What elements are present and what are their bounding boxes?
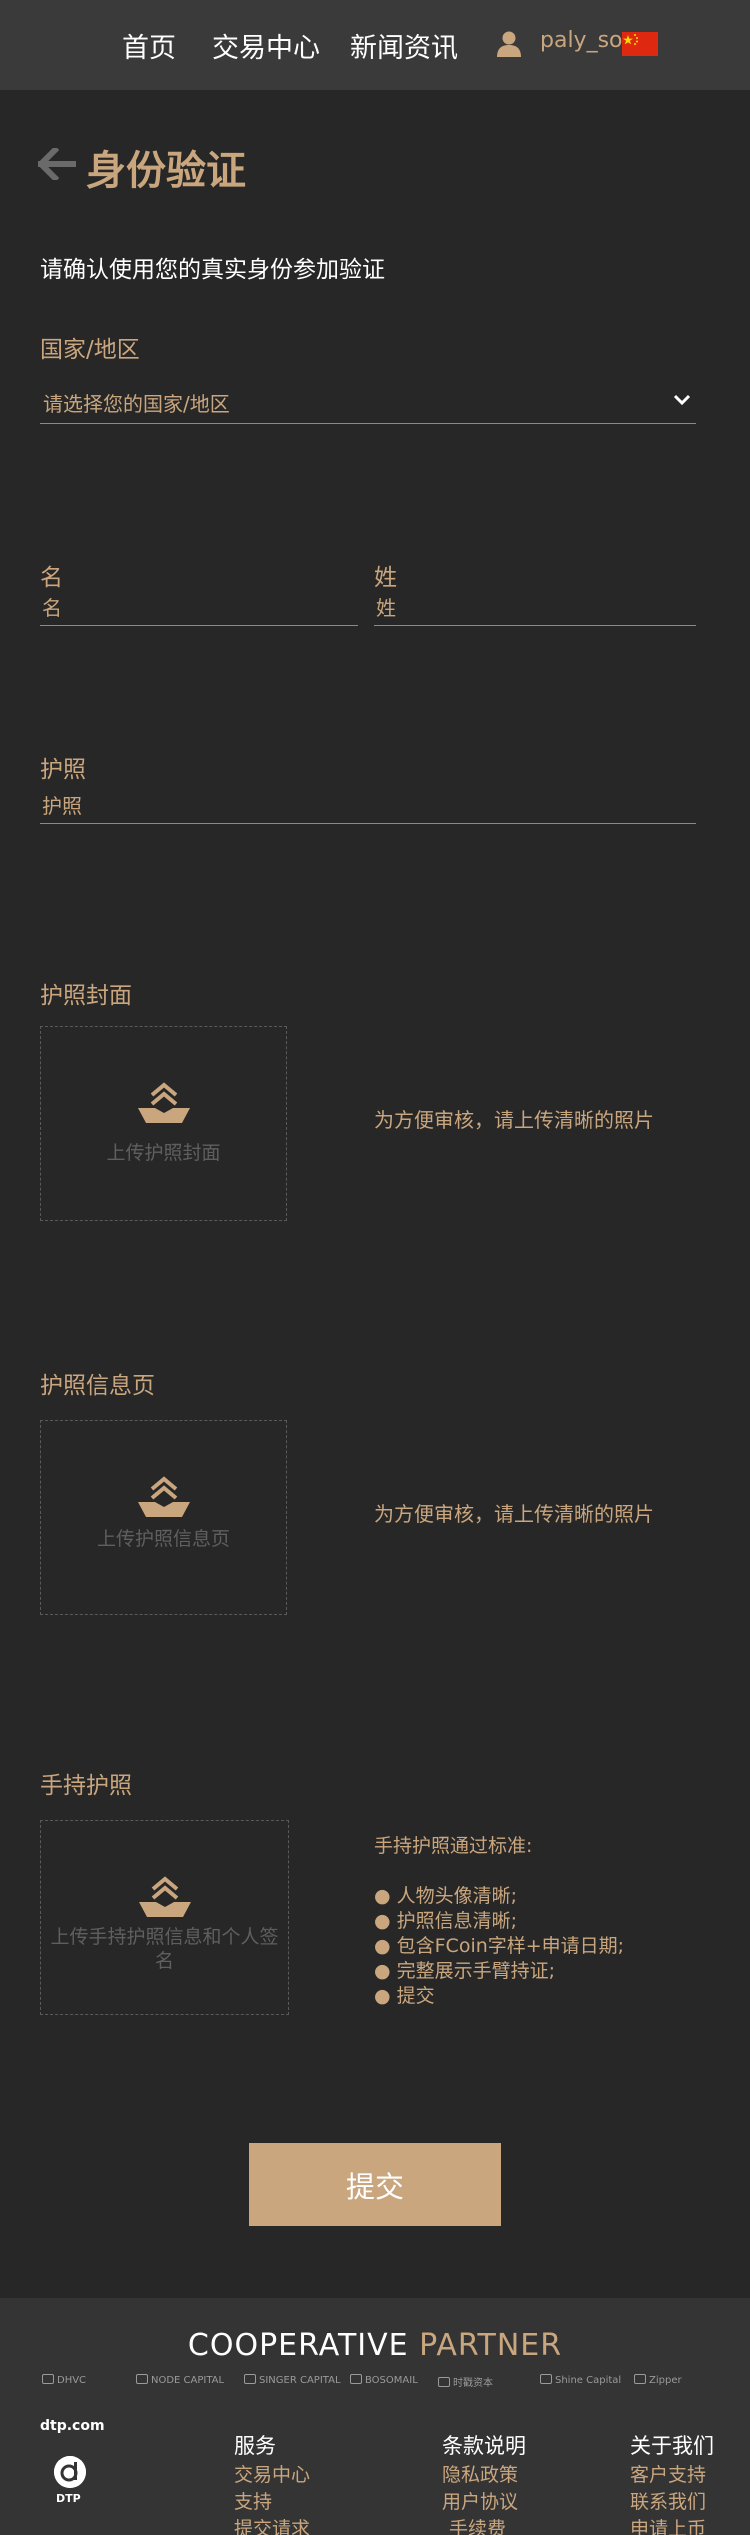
passport-cover-label: 护照封面 [40, 983, 132, 1009]
partner-logos: DHVC NODE CAPITAL SINGER CAPITAL BOSOMAI… [40, 2366, 710, 2396]
passport-cover-upload[interactable]: 上传护照封面 [40, 1026, 287, 1221]
footer-link-trading-center[interactable]: 交易中心 [234, 2460, 310, 2487]
standards-title: 手持护照通过标准: [374, 1835, 533, 1857]
partner-section-title: COOPERATIVE PARTNER [187, 2328, 563, 2363]
country-label: 国家/地区 [40, 337, 140, 363]
partner-logo: BOSOMAIL [350, 2374, 418, 2386]
partner-logo: Shine Capital [540, 2374, 621, 2386]
footer-about-title: 关于我们 [630, 2434, 714, 2458]
passport-label: 护照 [40, 757, 86, 783]
partner-logo: 时戳资本 [438, 2374, 493, 2389]
upload-hint: 为方便审核，请上传清晰的照片 [374, 1108, 654, 1132]
hand-held-passport-upload[interactable]: 上传手持护照信息和个人签名 [40, 1820, 289, 2015]
dtp-logo-icon [54, 2456, 86, 2488]
dtp-logo-text: DTP [56, 2492, 81, 2505]
standards-item: ● 人物头像清晰; [374, 1885, 518, 1907]
country-select[interactable]: 请选择您的国家/地区 [40, 382, 696, 424]
footer-link-submit-request[interactable]: 提交请求 [234, 2514, 310, 2535]
footer-terms-title: 条款说明 [442, 2434, 526, 2458]
upload-button-text: 上传手持护照信息和个人签名 [50, 1926, 279, 1972]
upload-button-text: 上传护照封面 [106, 1142, 221, 1164]
nav-home-link[interactable]: 首页 [122, 26, 176, 65]
passport-info-page-upload[interactable]: 上传护照信息页 [40, 1420, 287, 1615]
page-title: 身份验证 [86, 148, 246, 194]
partner-logo: SINGER CAPITAL [244, 2374, 341, 2386]
chevron-down-icon [672, 392, 692, 406]
intro-text: 请确认使用您的真实身份参加验证 [40, 257, 385, 283]
upload-icon [137, 1876, 193, 1918]
footer: COOPERATIVE PARTNER DHVC NODE CAPITAL SI… [0, 2298, 750, 2535]
footer-link-apply-listing[interactable]: 申请上币 [630, 2514, 706, 2535]
upload-icon [136, 1476, 192, 1518]
standards-item: ● 提交 [374, 1985, 435, 2007]
last-name-label: 姓 [374, 565, 397, 591]
partner-logo: NODE CAPITAL [136, 2374, 224, 2386]
footer-link-support[interactable]: 支持 [234, 2487, 272, 2514]
last-name-input[interactable] [374, 590, 696, 626]
hand-held-standards: 手持护照通过标准: ● 人物头像清晰; ● 护照信息清晰; ● 包含FCoin字… [374, 1834, 624, 2009]
standards-item: ● 包含FCoin字样+申请日期; [374, 1935, 625, 1957]
standards-item: ● 护照信息清晰; [374, 1910, 518, 1932]
upload-button-text: 上传护照信息页 [96, 1528, 230, 1550]
upload-hint: 为方便审核，请上传清晰的照片 [374, 1502, 654, 1526]
upload-icon [136, 1082, 192, 1124]
partner-logo: Zipper [634, 2374, 682, 2386]
footer-link-user-agreement[interactable]: 用户协议 [442, 2487, 518, 2514]
site-name[interactable]: dtp.com [40, 2418, 105, 2434]
first-name-label: 名 [40, 565, 63, 591]
user-icon[interactable] [496, 30, 522, 58]
first-name-input[interactable] [40, 590, 358, 626]
hand-held-passport-label: 手持护照 [40, 1773, 132, 1799]
footer-link-contact-us[interactable]: 联系我们 [630, 2487, 706, 2514]
nav-news-link[interactable]: 新闻资讯 [350, 26, 458, 65]
username-link[interactable]: paly_so [540, 28, 623, 53]
footer-services-title: 服务 [234, 2434, 276, 2458]
submit-button[interactable]: 提交 [249, 2143, 501, 2226]
china-flag-icon[interactable] [622, 32, 658, 56]
passport-info-page-label: 护照信息页 [40, 1373, 155, 1399]
partner-logo: DHVC [42, 2374, 86, 2386]
footer-link-customer-support[interactable]: 客户支持 [630, 2460, 706, 2487]
standards-item: ● 完整展示手臂持证; [374, 1960, 556, 1982]
country-select-placeholder: 请选择您的国家/地区 [43, 392, 230, 416]
footer-link-fees[interactable]: 手续费 [449, 2514, 506, 2535]
passport-number-input[interactable] [40, 788, 696, 824]
back-arrow-icon[interactable] [36, 145, 77, 183]
top-navigation-bar: 首页 交易中心 新闻资讯 paly_so [0, 0, 750, 90]
nav-trading-center-link[interactable]: 交易中心 [212, 26, 320, 65]
footer-link-privacy-policy[interactable]: 隐私政策 [442, 2460, 518, 2487]
